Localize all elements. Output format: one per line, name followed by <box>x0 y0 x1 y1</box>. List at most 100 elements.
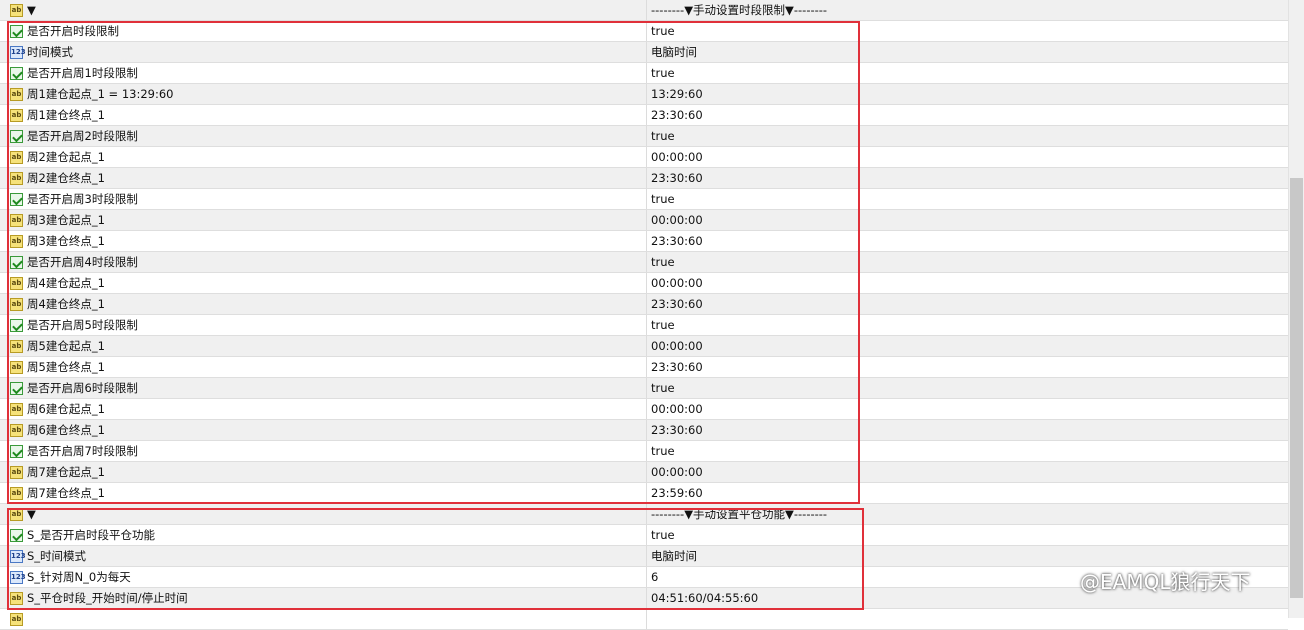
parameter-value[interactable]: true <box>648 378 1288 398</box>
parameter-name-cell: 123 S_针对周N_0为每天 <box>0 567 647 587</box>
input-row[interactable]: 是否开启周1时段限制 true <box>0 63 1288 84</box>
parameter-value[interactable]: 00:00:00 <box>648 462 1288 482</box>
parameter-name: 周3建仓起点_1 <box>27 213 105 227</box>
input-row[interactable]: 123 时间模式 电脑时间 <box>0 42 1288 63</box>
vertical-scrollbar[interactable] <box>1288 0 1304 618</box>
parameter-value[interactable]: 00:00:00 <box>648 336 1288 356</box>
number-type-icon: 123 <box>10 570 26 584</box>
parameter-value[interactable] <box>648 609 1288 629</box>
parameter-name: 是否开启周6时段限制 <box>27 381 138 395</box>
input-row[interactable]: ab 周6建仓终点_1 23:30:60 <box>0 420 1288 441</box>
text-type-icon: ab <box>10 465 23 479</box>
parameter-value[interactable]: 23:30:60 <box>648 231 1288 251</box>
input-row[interactable]: ab 周5建仓终点_1 23:30:60 <box>0 357 1288 378</box>
input-row[interactable]: ab 周3建仓终点_1 23:30:60 <box>0 231 1288 252</box>
parameter-value[interactable]: 23:30:60 <box>648 420 1288 440</box>
parameter-value[interactable]: true <box>648 315 1288 335</box>
parameter-value[interactable]: 23:30:60 <box>648 105 1288 125</box>
parameter-name-cell: ab 周3建仓起点_1 <box>0 210 647 230</box>
parameter-name-cell: 是否开启周4时段限制 <box>0 252 647 272</box>
boolean-type-icon <box>10 129 23 143</box>
parameter-value[interactable]: 00:00:00 <box>648 147 1288 167</box>
input-row[interactable]: ab 周6建仓起点_1 00:00:00 <box>0 399 1288 420</box>
parameter-name: 时间模式 <box>27 45 73 59</box>
input-row[interactable]: ab 周1建仓终点_1 23:30:60 <box>0 105 1288 126</box>
text-type-icon: ab <box>10 507 23 521</box>
parameter-name: 是否开启周3时段限制 <box>27 192 138 206</box>
parameter-name: ▼ <box>27 507 36 521</box>
input-row[interactable]: ab 周2建仓起点_1 00:00:00 <box>0 147 1288 168</box>
parameter-name: 周1建仓起点_1 = 13:29:60 <box>27 87 174 101</box>
parameter-value[interactable]: 00:00:00 <box>648 210 1288 230</box>
boolean-type-icon <box>10 66 23 80</box>
parameter-name: 周5建仓起点_1 <box>27 339 105 353</box>
parameter-value[interactable]: true <box>648 441 1288 461</box>
parameter-value[interactable]: true <box>648 189 1288 209</box>
parameter-value[interactable]: 13:29:60 <box>648 84 1288 104</box>
input-row[interactable]: ab 周5建仓起点_1 00:00:00 <box>0 336 1288 357</box>
parameter-name: 是否开启周1时段限制 <box>27 66 138 80</box>
parameter-value[interactable]: 00:00:00 <box>648 399 1288 419</box>
parameter-value[interactable]: 00:00:00 <box>648 273 1288 293</box>
parameter-value[interactable]: true <box>648 525 1288 545</box>
parameter-value[interactable]: 电脑时间 <box>648 546 1288 566</box>
input-row[interactable]: ab 周7建仓终点_1 23:59:60 <box>0 483 1288 504</box>
parameter-value[interactable]: true <box>648 252 1288 272</box>
parameter-name: 周6建仓终点_1 <box>27 423 105 437</box>
input-row[interactable]: ab 周7建仓起点_1 00:00:00 <box>0 462 1288 483</box>
number-type-icon: 123 <box>10 549 26 563</box>
boolean-type-icon <box>10 318 23 332</box>
input-row[interactable]: ab ▼ --------▼手动设置平仓功能▼-------- <box>0 504 1288 525</box>
parameter-name-cell: ab S_平仓时段_开始时间/停止时间 <box>0 588 647 608</box>
input-row[interactable]: 是否开启周3时段限制 true <box>0 189 1288 210</box>
text-type-icon: ab <box>10 150 23 164</box>
text-type-icon: ab <box>10 171 23 185</box>
scrollbar-thumb[interactable] <box>1290 178 1303 598</box>
parameter-name: 是否开启周4时段限制 <box>27 255 138 269</box>
text-type-icon: ab <box>10 108 23 122</box>
text-type-icon: ab <box>10 3 23 17</box>
parameter-name: ▼ <box>27 3 36 17</box>
parameter-name: 周2建仓终点_1 <box>27 171 105 185</box>
parameter-name-cell: 是否开启周5时段限制 <box>0 315 647 335</box>
parameter-name-cell: 123 S_时间模式 <box>0 546 647 566</box>
parameter-name-cell: 是否开启周1时段限制 <box>0 63 647 83</box>
input-row[interactable]: 是否开启周5时段限制 true <box>0 315 1288 336</box>
input-row[interactable]: 是否开启周4时段限制 true <box>0 252 1288 273</box>
input-row[interactable]: 是否开启周7时段限制 true <box>0 441 1288 462</box>
parameter-value[interactable]: 23:30:60 <box>648 357 1288 377</box>
input-row[interactable]: ab 周4建仓终点_1 23:30:60 <box>0 294 1288 315</box>
input-row[interactable]: ab 周4建仓起点_1 00:00:00 <box>0 273 1288 294</box>
parameter-name: 周4建仓起点_1 <box>27 276 105 290</box>
boolean-type-icon <box>10 528 23 542</box>
parameter-name: S_是否开启时段平仓功能 <box>27 528 156 542</box>
parameter-value[interactable]: 23:59:60 <box>648 483 1288 503</box>
parameter-value[interactable]: 23:30:60 <box>648 168 1288 188</box>
parameter-value[interactable]: --------▼手动设置时段限制▼-------- <box>648 0 1288 20</box>
input-row[interactable]: 是否开启周2时段限制 true <box>0 126 1288 147</box>
parameter-value[interactable]: --------▼手动设置平仓功能▼-------- <box>648 504 1288 524</box>
parameter-value[interactable]: true <box>648 21 1288 41</box>
input-row[interactable]: S_是否开启时段平仓功能 true <box>0 525 1288 546</box>
parameter-name-cell: ab <box>0 609 647 629</box>
parameter-value[interactable]: 23:30:60 <box>648 294 1288 314</box>
input-row[interactable]: ab 周1建仓起点_1 = 13:29:60 13:29:60 <box>0 84 1288 105</box>
parameter-name-cell: 是否开启周6时段限制 <box>0 378 647 398</box>
input-row[interactable]: 123 S_时间模式 电脑时间 <box>0 546 1288 567</box>
input-row[interactable]: ab ▼ --------▼手动设置时段限制▼-------- <box>0 0 1288 21</box>
input-row[interactable]: ab 周2建仓终点_1 23:30:60 <box>0 168 1288 189</box>
parameter-name-cell: S_是否开启时段平仓功能 <box>0 525 647 545</box>
parameter-value[interactable]: true <box>648 126 1288 146</box>
parameter-value[interactable]: true <box>648 63 1288 83</box>
input-row[interactable]: ab <box>0 609 1288 630</box>
parameter-name: S_时间模式 <box>27 549 87 563</box>
input-row[interactable]: 是否开启周6时段限制 true <box>0 378 1288 399</box>
input-row[interactable]: ab 周3建仓起点_1 00:00:00 <box>0 210 1288 231</box>
boolean-type-icon <box>10 24 23 38</box>
parameter-name: 周3建仓终点_1 <box>27 234 105 248</box>
parameter-name-cell: ab ▼ <box>0 0 647 20</box>
input-row[interactable]: 是否开启时段限制 true <box>0 21 1288 42</box>
parameter-name: 周7建仓终点_1 <box>27 486 105 500</box>
parameter-name-cell: 123 时间模式 <box>0 42 647 62</box>
parameter-value[interactable]: 电脑时间 <box>648 42 1288 62</box>
